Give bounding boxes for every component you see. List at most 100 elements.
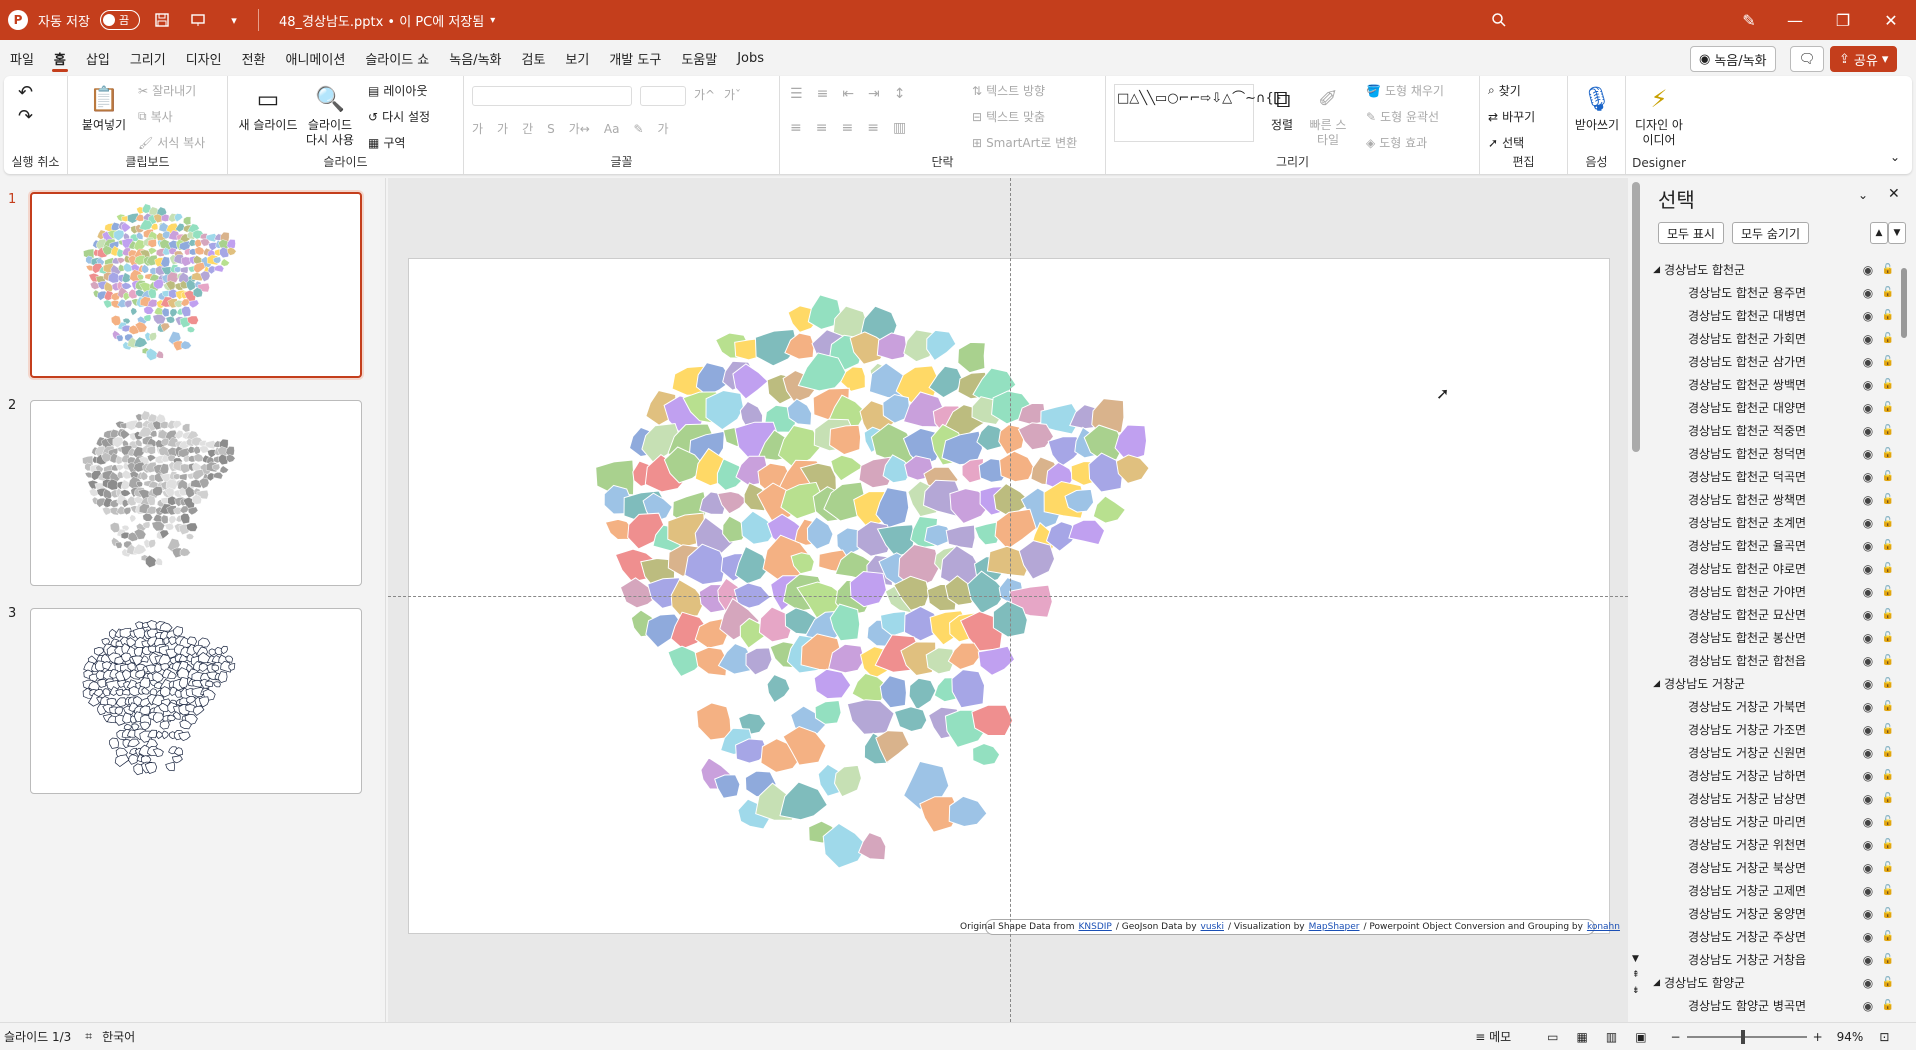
visibility-eye-icon[interactable]: ◉ xyxy=(1858,907,1878,921)
reuse-slides-button[interactable]: 🔍 슬라이드 다시 사용 xyxy=(304,82,356,148)
selection-item-row[interactable]: 경상남도 합천군 적중면 ◉ 🔓 xyxy=(1648,419,1898,442)
cut-button[interactable]: ✂ 잘라내기 xyxy=(138,82,196,99)
unlock-icon[interactable]: 🔓 xyxy=(1878,494,1898,505)
selection-item-row[interactable]: 경상남도 거창군 주상면 ◉ 🔓 xyxy=(1648,925,1898,948)
unlock-icon[interactable]: 🔓 xyxy=(1878,586,1898,597)
unlock-icon[interactable]: 🔓 xyxy=(1878,701,1898,712)
selection-item-row[interactable]: 경상남도 거창군 거창읍 ◉ 🔓 xyxy=(1648,948,1898,971)
unlock-icon[interactable]: 🔓 xyxy=(1878,356,1898,367)
selection-group-row[interactable]: ◢ 경상남도 거창군 ◉ 🔓 xyxy=(1648,672,1898,695)
collapse-ribbon-icon[interactable]: ⌄ xyxy=(1890,150,1900,164)
unlock-icon[interactable]: 🔓 xyxy=(1878,770,1898,781)
selection-item-row[interactable]: 경상남도 합천군 덕곡면 ◉ 🔓 xyxy=(1648,465,1898,488)
menu-4[interactable]: 디자인 xyxy=(176,40,232,76)
expand-caret-icon[interactable]: ◢ xyxy=(1648,679,1664,689)
comments-button[interactable]: 🗨 xyxy=(1790,46,1824,72)
slideshow-from-start-icon[interactable] xyxy=(184,6,212,34)
scrollbar-thumb[interactable] xyxy=(1632,182,1640,452)
unlock-icon[interactable]: 🔓 xyxy=(1878,724,1898,735)
menu-10[interactable]: 보기 xyxy=(555,40,599,76)
zoom-in-icon[interactable]: + xyxy=(1813,1030,1823,1044)
expand-caret-icon[interactable]: ◢ xyxy=(1648,265,1664,275)
slide-thumbnail-2[interactable] xyxy=(30,400,362,586)
search-icon[interactable] xyxy=(1476,0,1522,40)
selection-item-row[interactable]: 경상남도 합천군 쌍책면 ◉ 🔓 xyxy=(1648,488,1898,511)
unlock-icon[interactable]: 🔓 xyxy=(1878,471,1898,482)
visibility-eye-icon[interactable]: ◉ xyxy=(1858,930,1878,944)
customize-toolbar-icon[interactable]: ▾ xyxy=(220,6,248,34)
selection-item-row[interactable]: 경상남도 합천군 가회면 ◉ 🔓 xyxy=(1648,327,1898,350)
slide-thumbnail-1[interactable] xyxy=(30,192,362,378)
undo-icon[interactable]: ↶ xyxy=(18,82,33,103)
visibility-eye-icon[interactable]: ◉ xyxy=(1858,723,1878,737)
unlock-icon[interactable]: 🔓 xyxy=(1878,540,1898,551)
zoom-out-icon[interactable]: − xyxy=(1671,1030,1681,1044)
unlock-icon[interactable]: 🔓 xyxy=(1878,678,1898,689)
visibility-eye-icon[interactable]: ◉ xyxy=(1858,263,1878,277)
visibility-eye-icon[interactable]: ◉ xyxy=(1858,309,1878,323)
selection-item-row[interactable]: 경상남도 합천군 청덕면 ◉ 🔓 xyxy=(1648,442,1898,465)
visibility-eye-icon[interactable]: ◉ xyxy=(1858,562,1878,576)
visibility-eye-icon[interactable]: ◉ xyxy=(1858,884,1878,898)
selection-item-row[interactable]: 경상남도 거창군 가조면 ◉ 🔓 xyxy=(1648,718,1898,741)
menu-3[interactable]: 그리기 xyxy=(120,40,176,76)
selection-item-row[interactable]: 경상남도 합천군 쌍백면 ◉ 🔓 xyxy=(1648,373,1898,396)
unlock-icon[interactable]: 🔓 xyxy=(1878,931,1898,942)
visibility-eye-icon[interactable]: ◉ xyxy=(1858,700,1878,714)
font-color-button[interactable]: 가 xyxy=(658,120,669,137)
visibility-eye-icon[interactable]: ◉ xyxy=(1858,953,1878,967)
unlock-icon[interactable]: 🔓 xyxy=(1878,1000,1898,1011)
unlock-icon[interactable]: 🔓 xyxy=(1878,425,1898,436)
visibility-eye-icon[interactable]: ◉ xyxy=(1858,286,1878,300)
visibility-eye-icon[interactable]: ◉ xyxy=(1858,539,1878,553)
selection-item-row[interactable]: 경상남도 거창군 위천면 ◉ 🔓 xyxy=(1648,833,1898,856)
editor-scrollbar[interactable]: ▼ ⇞ ⇟ xyxy=(1628,178,1646,1022)
visibility-eye-icon[interactable]: ◉ xyxy=(1858,631,1878,645)
font-name-box[interactable] xyxy=(472,86,632,106)
visibility-eye-icon[interactable]: ◉ xyxy=(1858,447,1878,461)
visibility-eye-icon[interactable]: ◉ xyxy=(1858,792,1878,806)
selection-group-row[interactable]: ◢ 경상남도 합천군 ◉ 🔓 xyxy=(1648,258,1898,281)
new-slide-button[interactable]: ▭ 새 슬라이드 xyxy=(236,82,300,133)
zoom-level[interactable]: 94% xyxy=(1837,1030,1864,1044)
find-button[interactable]: ⌕ 찾기 xyxy=(1488,82,1521,99)
visibility-eye-icon[interactable]: ◉ xyxy=(1858,585,1878,599)
visibility-eye-icon[interactable]: ◉ xyxy=(1858,976,1878,990)
text-direction-button[interactable]: ⇅ 텍스트 방향 xyxy=(972,82,1045,99)
grow-font-button[interactable]: 가^ xyxy=(694,86,715,103)
hide-all-button[interactable]: 모두 숨기기 xyxy=(1732,222,1810,244)
replace-button[interactable]: ⇄ 바꾸기 xyxy=(1488,108,1535,125)
visibility-eye-icon[interactable]: ◉ xyxy=(1858,999,1878,1013)
unlock-icon[interactable]: 🔓 xyxy=(1878,862,1898,873)
format-painter-button[interactable]: 🖌 서식 복사 xyxy=(138,134,205,151)
close-icon[interactable]: ✕ xyxy=(1868,0,1914,40)
slide-sorter-icon[interactable]: ▦ xyxy=(1577,1030,1588,1044)
change-case-button[interactable]: Aa xyxy=(604,122,620,136)
selection-item-row[interactable]: 경상남도 합천군 가야면 ◉ 🔓 xyxy=(1648,580,1898,603)
pane-options-chevron-icon[interactable]: ⌄ xyxy=(1858,188,1868,202)
selection-item-row[interactable]: 경상남도 거창군 가북면 ◉ 🔓 xyxy=(1648,695,1898,718)
menu-8[interactable]: 녹음/녹화 xyxy=(439,40,511,76)
restore-icon[interactable]: ❐ xyxy=(1820,0,1866,40)
visibility-eye-icon[interactable]: ◉ xyxy=(1858,677,1878,691)
visibility-eye-icon[interactable]: ◉ xyxy=(1858,332,1878,346)
visibility-eye-icon[interactable]: ◉ xyxy=(1858,608,1878,622)
unlock-icon[interactable]: 🔓 xyxy=(1878,816,1898,827)
selection-item-row[interactable]: 경상남도 합천군 합천읍 ◉ 🔓 xyxy=(1648,649,1898,672)
credit-textbox[interactable]: Original Shape Data from KNSDIP / GeoJso… xyxy=(960,919,1620,935)
menu-11[interactable]: 개발 도구 xyxy=(599,40,671,76)
menu-6[interactable]: 애니메이션 xyxy=(276,40,356,76)
shapes-gallery[interactable]: □△╲╲▭○⌐⌐⇨⇩△⌒∼∩{} xyxy=(1114,84,1282,142)
selection-item-row[interactable]: 경상남도 합천군 봉산면 ◉ 🔓 xyxy=(1648,626,1898,649)
visibility-eye-icon[interactable]: ◉ xyxy=(1858,470,1878,484)
unlock-icon[interactable]: 🔓 xyxy=(1878,839,1898,850)
shrink-font-button[interactable]: 가ˇ xyxy=(724,86,741,103)
selection-item-row[interactable]: 경상남도 거창군 마리면 ◉ 🔓 xyxy=(1648,810,1898,833)
selection-group-row[interactable]: ◢ 경상남도 함양군 ◉ 🔓 xyxy=(1648,971,1898,994)
visibility-eye-icon[interactable]: ◉ xyxy=(1858,654,1878,668)
align-left-icon[interactable]: ≡ xyxy=(790,120,802,136)
show-all-button[interactable]: 모두 표시 xyxy=(1658,222,1724,244)
unlock-icon[interactable]: 🔓 xyxy=(1878,609,1898,620)
unlock-icon[interactable]: 🔓 xyxy=(1878,793,1898,804)
selection-item-row[interactable]: 경상남도 거창군 북상면 ◉ 🔓 xyxy=(1648,856,1898,879)
